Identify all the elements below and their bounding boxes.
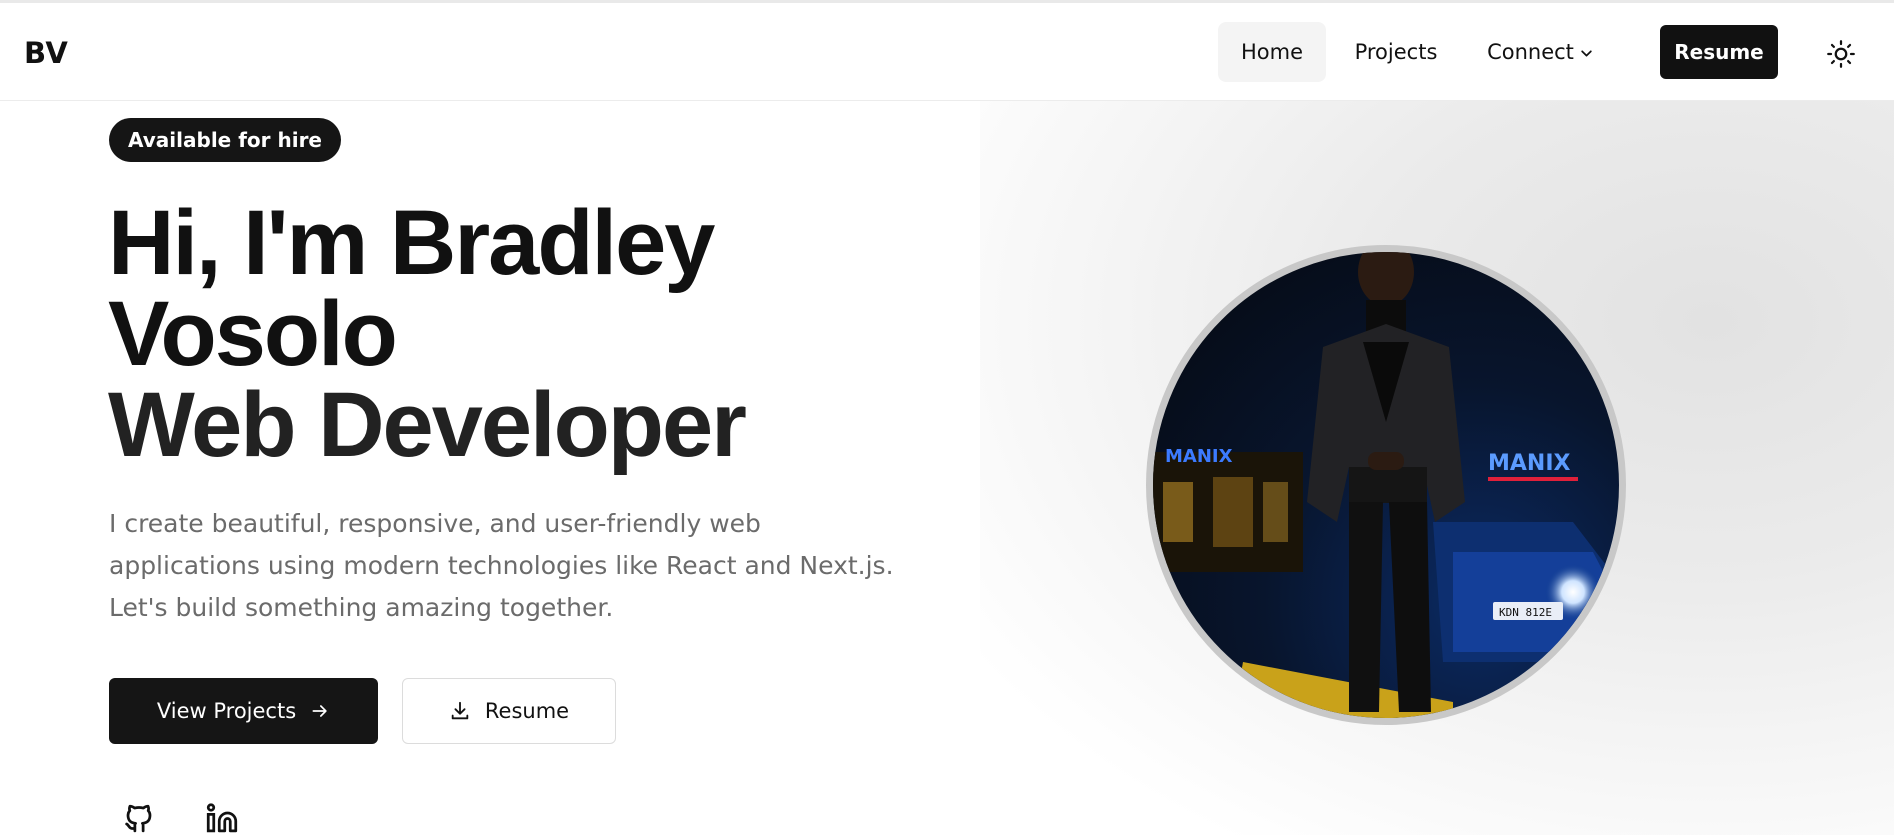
hero-headline: Hi, I'm Bradley Vosolo Web Developer — [108, 192, 1008, 476]
resume-download-label: Resume — [484, 699, 570, 723]
description-line: I create beautiful, responsive, and user… — [109, 509, 761, 538]
site-header: BV Home Projects Connect Resume — [0, 3, 1894, 101]
profile-portrait: MANIX MANIX KDN 812E — [1146, 245, 1626, 725]
resume-download-button[interactable]: Resume — [402, 678, 616, 744]
portrait-sign-right: MANIX — [1488, 451, 1571, 476]
headline-surname: Vosolo — [108, 283, 398, 385]
nav-connect[interactable]: Connect — [1466, 22, 1614, 82]
chevron-down-icon — [1581, 50, 1592, 57]
nav-projects[interactable]: Projects — [1332, 22, 1460, 82]
portrait-sign-left: MANIX — [1165, 446, 1233, 467]
view-projects-button[interactable]: View Projects — [109, 678, 378, 744]
portrait-illustration: MANIX MANIX KDN 812E — [1153, 252, 1619, 718]
site-logo[interactable]: BV — [24, 36, 68, 70]
arrow-right-icon — [312, 705, 327, 717]
headline-role: Web Developer — [108, 374, 747, 476]
resume-nav-button[interactable]: Resume — [1660, 25, 1778, 79]
license-plate: KDN 812E — [1499, 606, 1552, 619]
hero-description: I create beautiful, responsive, and user… — [109, 503, 929, 629]
description-line: applications using modern technologies l… — [109, 551, 894, 580]
sun-icon[interactable] — [1826, 39, 1856, 69]
availability-badge: Available for hire — [109, 118, 341, 162]
description-line: Let's build something amazing together. — [109, 593, 614, 622]
nav-connect-label: Connect — [1487, 40, 1574, 64]
download-icon — [451, 701, 469, 720]
headline-greeting: Hi, I'm Bradley — [108, 192, 715, 294]
view-projects-label: View Projects — [156, 699, 297, 723]
linkedin-icon[interactable] — [205, 802, 239, 835]
github-icon[interactable] — [122, 802, 156, 835]
nav-home[interactable]: Home — [1218, 22, 1326, 82]
